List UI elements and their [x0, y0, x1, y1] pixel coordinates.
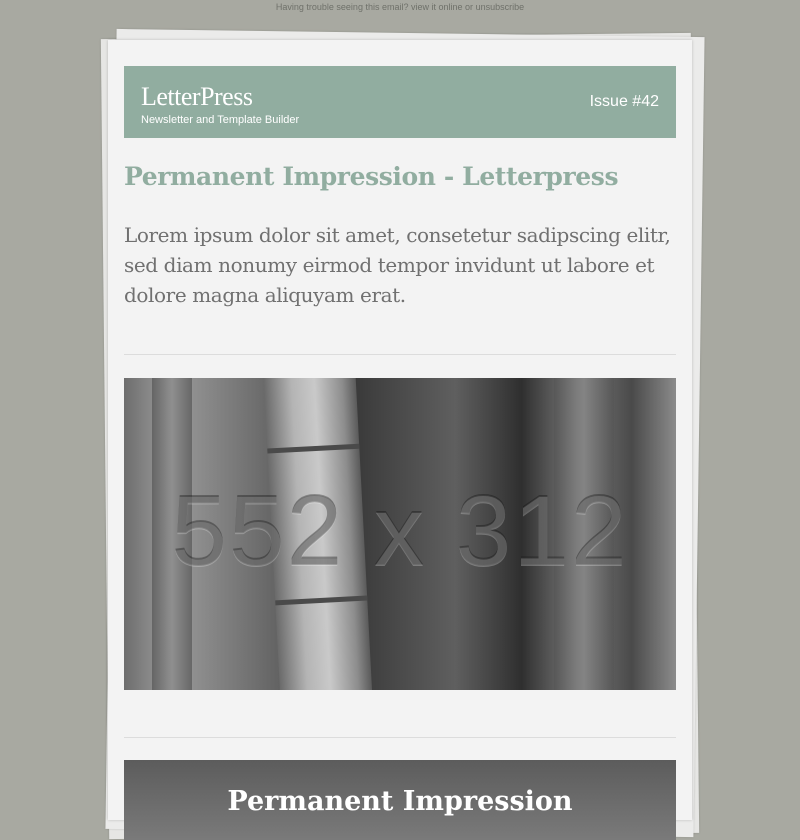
preheader: Having trouble seeing this email? view i… — [0, 0, 800, 14]
view-online-link[interactable]: view it online — [411, 2, 463, 12]
unsubscribe-link[interactable]: unsubscribe — [476, 2, 525, 12]
divider — [124, 737, 676, 738]
brand-tagline: Newsletter and Template Builder — [141, 114, 300, 126]
preheader-or: or — [465, 2, 474, 12]
article-lead: Lorem ipsum dolor sit amet, consetetur s… — [124, 223, 671, 307]
issue-number: Issue #42 — [589, 93, 659, 110]
image-placeholder-label: 552 x 312 — [171, 475, 629, 587]
preheader-text: Having trouble seeing this email? — [275, 2, 409, 12]
newsletter-header: LetterPress Newsletter and Template Buil… — [124, 66, 676, 138]
brand-logo[interactable]: LetterPress — [141, 82, 253, 112]
newsletter-paper: LetterPress Newsletter and Template Buil… — [108, 40, 692, 840]
divider — [124, 354, 676, 355]
article-title: Permanent Impression - Letterpress — [124, 162, 619, 191]
banner-image: Permanent Impression — [124, 760, 676, 840]
banner-title: Permanent Impression — [227, 786, 573, 817]
hero-image: 552 x 312 — [124, 378, 676, 690]
bamboo-node — [267, 443, 360, 454]
bamboo-node — [275, 595, 368, 606]
